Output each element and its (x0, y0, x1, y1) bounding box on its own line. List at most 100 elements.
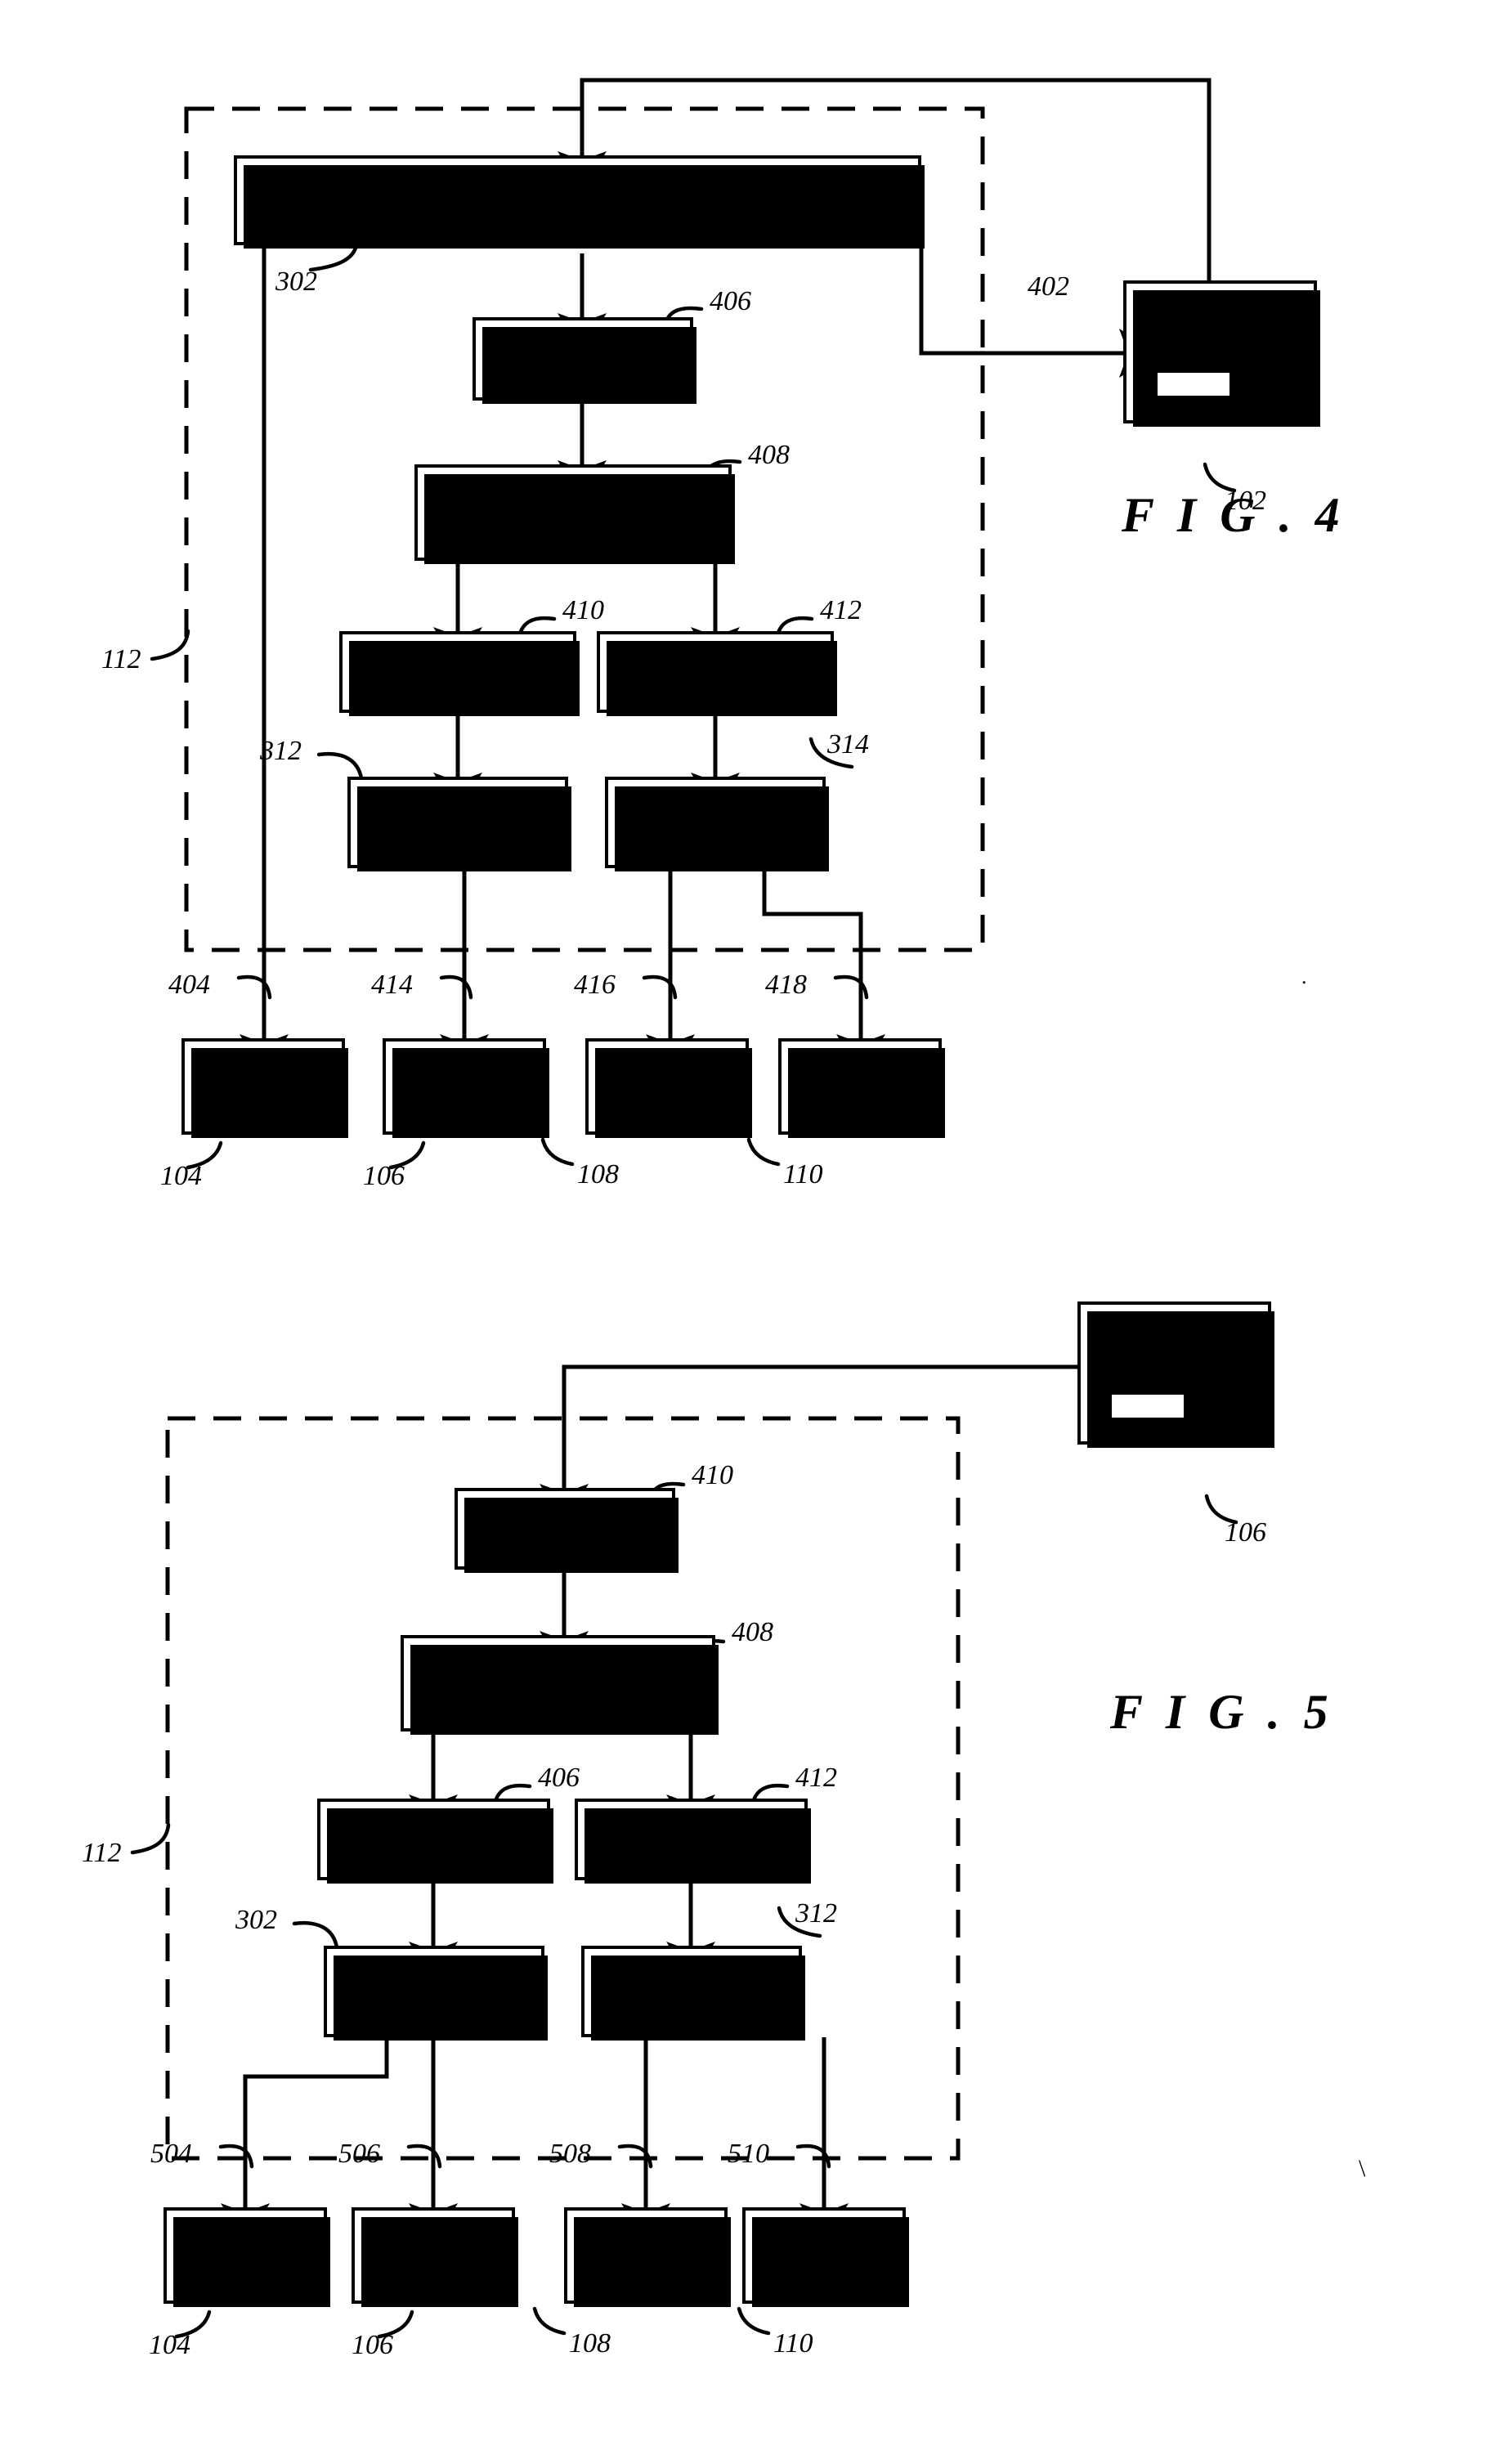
fig5-network-106[interactable]: NETWORK (352, 2207, 518, 2307)
fig4-network-106[interactable]: NETWORK (383, 1038, 549, 1138)
ref-110-fig5: 110 (773, 2328, 813, 2359)
ref-108-fig4: 108 (577, 1159, 619, 1189)
ref-418: 418 (765, 970, 807, 1000)
fig5-transcoder-412[interactable]: TRANSCODER (575, 1799, 811, 1884)
ref-504: 504 (150, 2139, 192, 2169)
leader-108-f4 (540, 1137, 575, 1167)
leader-504 (218, 2144, 254, 2169)
box-label-line1: PACKET (529, 484, 617, 513)
box-label: NETWORK (805, 1072, 915, 1100)
fig5-link-504 (221, 2037, 389, 2244)
ref-302: 302 (275, 267, 317, 297)
fig5-link-net106-to-tc410 (540, 1364, 1077, 1525)
fig5-transcoder-410[interactable]: TRANSCODER (455, 1488, 679, 1573)
ref-510: 510 (728, 2139, 769, 2169)
ref-508: 508 (549, 2139, 591, 2169)
fig5-packet-multiplier-312[interactable]: PACKET MULTIPLIER (581, 1946, 805, 2041)
ref-116: 116 (1243, 356, 1283, 387)
fig4-packet-multiplier-302[interactable]: PACKET MULTIPLIER (234, 155, 925, 249)
leader-312 (316, 751, 364, 781)
leader-108-f5 (532, 2306, 567, 2336)
box-label: NETWORK (378, 2241, 488, 2269)
ref-108-fig5: 108 (569, 2328, 611, 2359)
fig5-title: F I G . 5 (1110, 1685, 1334, 1739)
box-label: NETWORK (591, 2241, 701, 2269)
box-label: TRANSCODER (486, 1514, 643, 1543)
box-label: NETWORK (1165, 301, 1275, 329)
leader-302 (308, 243, 359, 272)
box-label-line1: PACKET (414, 794, 502, 822)
fig4-transcoder-406[interactable]: TRANSCODER (473, 317, 696, 404)
box-label-line2: MULTIPLIER (392, 822, 524, 851)
fig4-title: F I G . 4 (1122, 488, 1346, 542)
fig5-network-108[interactable]: NETWORK (564, 2207, 731, 2307)
ref-408-fig5: 408 (732, 1617, 773, 1647)
fig5-network-110[interactable]: NETWORK (742, 2207, 909, 2307)
ref-112-fig5: 112 (82, 1838, 122, 1868)
ref-502: 502 (1202, 1382, 1243, 1412)
box-label: TRANSCODER (637, 657, 793, 687)
ref-412-fig5: 412 (795, 1763, 837, 1793)
leader-110-f5 (737, 2306, 771, 2336)
box-label-line1: PACKET (671, 794, 759, 822)
fig4-network-108[interactable]: NETWORK (585, 1038, 752, 1138)
fig4-network-110[interactable]: NETWORK (778, 1038, 945, 1138)
fig4-packet-multiplier-408[interactable]: PACKET MULTIPLIER (414, 464, 735, 564)
box-label: NETWORK (208, 1072, 318, 1100)
ref-412: 412 (820, 595, 862, 625)
ref-104-fig4: 104 (160, 1161, 202, 1191)
ref-314: 314 (827, 729, 869, 759)
ref-406-fig5: 406 (538, 1763, 580, 1793)
box-label: NETWORK (612, 1072, 722, 1100)
fig5-transcoder-406[interactable]: TRANSCODER (317, 1799, 553, 1884)
box-label-line2: MULTIPLIER (625, 1991, 758, 2020)
ref-404: 404 (168, 970, 210, 1000)
ref-410-fig5: 410 (692, 1460, 733, 1490)
box-label: TRANSCODER (613, 1825, 769, 1854)
figure-sheet: PACKET MULTIPLIER 302 TRANSCODER 406 PAC… (0, 0, 1487, 2464)
ref-410: 410 (562, 595, 604, 625)
ref-408: 408 (748, 440, 790, 470)
leader-414 (439, 974, 473, 1000)
box-label: TRANSCODER (356, 1825, 512, 1854)
box-label: TRANSCODER (504, 344, 661, 374)
ref-406: 406 (710, 286, 751, 316)
fig4-network-102-slot-116 (1154, 370, 1233, 399)
box-label-line2: MULTIPLIER (492, 1683, 624, 1712)
leader-404 (236, 974, 272, 1000)
fig4-packet-multiplier-314[interactable]: PACKET MULTIPLIER (605, 777, 829, 871)
ref-104-fig5: 104 (149, 2330, 190, 2360)
fig5-network-106-slot-502 (1109, 1391, 1187, 1421)
leader-110-f4 (746, 1137, 781, 1167)
box-label: NETWORK (769, 2241, 879, 2269)
leader-112-f5 (130, 1822, 171, 1855)
fig4-network-102[interactable]: NETWORK (1123, 280, 1320, 427)
ref-112-fig4: 112 (101, 644, 141, 674)
fig4-packet-multiplier-312[interactable]: PACKET MULTIPLIER (347, 777, 571, 871)
fig5-network-106-top[interactable]: NETWORK (1077, 1301, 1274, 1448)
box-label: NETWORK (410, 1072, 519, 1100)
fig4-network-104[interactable]: NETWORK (181, 1038, 348, 1138)
ref-402: 402 (1028, 271, 1069, 302)
ref-106-fig5: 106 (352, 2330, 393, 2360)
box-label: NETWORK (1119, 1322, 1229, 1350)
leader-510 (795, 2144, 831, 2169)
box-label-line1: PACKET (390, 1963, 478, 1991)
box-label-line1: PACKET (513, 1655, 602, 1683)
fig5-network-104[interactable]: NETWORK (163, 2207, 330, 2307)
fig5-packet-multiplier-408[interactable]: PACKET MULTIPLIER (401, 1635, 719, 1735)
box-label-line2: MULTIPLIER (507, 513, 639, 541)
fig5-packet-multiplier-302[interactable]: PACKET MULTIPLIER (324, 1946, 548, 2041)
fig4-transcoder-410[interactable]: TRANSCODER (339, 631, 580, 716)
leader-506 (406, 2144, 442, 2169)
ref-312-fig5: 312 (795, 1898, 837, 1929)
box-label: TRANSCODER (379, 657, 535, 687)
ref-106-top: 106 (1225, 1517, 1266, 1548)
fig4-link-402 (919, 245, 1160, 378)
leader-508 (617, 2144, 653, 2169)
fig4-transcoder-412[interactable]: TRANSCODER (597, 631, 837, 716)
box-label-line1: PACKET (647, 1963, 736, 1991)
ref-416: 416 (574, 970, 616, 1000)
box-label-line2: MULTIPLIER (512, 200, 643, 229)
box-label-line1: PACKET (533, 172, 622, 200)
